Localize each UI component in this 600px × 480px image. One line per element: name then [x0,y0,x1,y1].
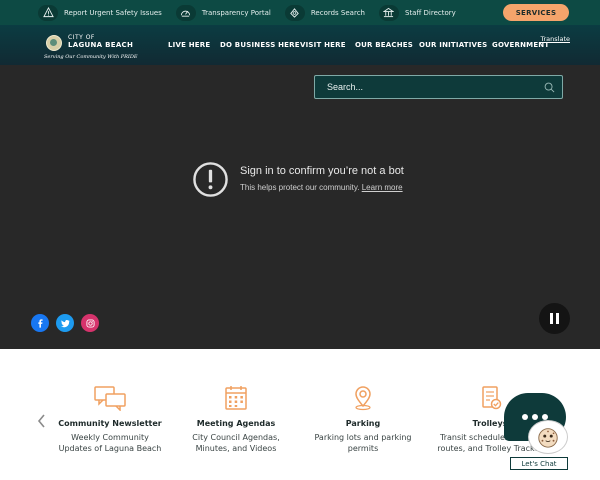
utility-link-records[interactable]: Records Search [284,4,365,21]
nav-visit-here[interactable]: VISIT HERE [300,41,346,49]
warning-icon [38,4,58,21]
card-description: Parking lots and parking permits [314,433,412,453]
typing-dot [532,414,538,420]
chevron-left-icon[interactable] [36,413,46,429]
services-button[interactable]: SERVICES [503,4,569,21]
search-box [314,75,563,99]
card-title: Meeting Agendas [196,419,276,428]
utility-bar: Report Urgent Safety Issues Transparency… [0,0,600,25]
quick-link-parking[interactable]: Parking Parking lots and parking permits [308,385,418,454]
search-icon[interactable] [544,82,555,93]
notice-subtitle-text: This helps protect our community. [240,183,360,192]
nav-live-here[interactable]: LIVE HERE [168,41,210,49]
card-description: City Council Agendas, Minutes, and Video… [192,433,280,453]
notice-title: Sign in to confirm you’re not a bot [240,165,404,177]
chat-avatar-icon [528,420,568,454]
utility-link-label: Transparency Portal [201,8,271,17]
card-description: Weekly Community Updates of Laguna Beach [58,433,162,453]
nav-links: LIVE HERE DO BUSINESS HERE VISIT HERE OU… [0,25,600,65]
utility-link-staff[interactable]: Staff Directory [378,4,456,21]
building-icon [378,4,399,21]
instagram-icon[interactable] [81,314,99,332]
clipboard-check-icon [482,386,502,410]
hero-video: Sign in to confirm you’re not a bot This… [0,65,600,349]
utility-link-transparency[interactable]: Transparency Portal [175,4,271,21]
gauge-icon [175,4,196,21]
bot-check-notice: Sign in to confirm you’re not a bot This… [192,161,452,201]
card-title: Parking [345,419,381,428]
quick-link-newsletter[interactable]: Community Newsletter Weekly Community Up… [55,385,165,454]
quick-link-agendas[interactable]: Meeting Agendas City Council Agendas, Mi… [181,385,291,454]
calendar-icon [225,386,247,410]
nav-do-business-here[interactable]: DO BUSINESS HERE [220,41,300,49]
translate-link[interactable]: Translate [540,35,570,43]
alert-circle-icon [193,162,228,197]
nav-our-initiatives[interactable]: OUR INITIATIVES [419,41,487,49]
utility-link-label: Records Search [310,8,365,17]
utility-link-label: Staff Directory [404,8,456,17]
pause-button[interactable] [539,303,570,334]
location-pin-icon [355,386,371,411]
search-input[interactable] [327,82,527,92]
nav-our-beaches[interactable]: OUR BEACHES [355,41,413,49]
notice-subtitle: This helps protect our community. Learn … [240,183,403,192]
document-icon [284,4,305,21]
chat-widget[interactable]: Let's Chat [504,393,570,473]
typing-dot [522,414,528,420]
utility-link-label: Report Urgent Safety Issues [64,8,162,17]
facebook-icon[interactable] [31,314,49,332]
card-title: Community Newsletter [58,419,162,428]
main-nav: CITY OF LAGUNA BEACH Serving Our Communi… [0,25,600,65]
twitter-icon[interactable] [56,314,74,332]
learn-more-link[interactable]: Learn more [362,183,403,192]
utility-link-safety[interactable]: Report Urgent Safety Issues [38,4,162,21]
chat-label[interactable]: Let's Chat [510,457,568,470]
chat-bubbles-icon [94,386,126,411]
